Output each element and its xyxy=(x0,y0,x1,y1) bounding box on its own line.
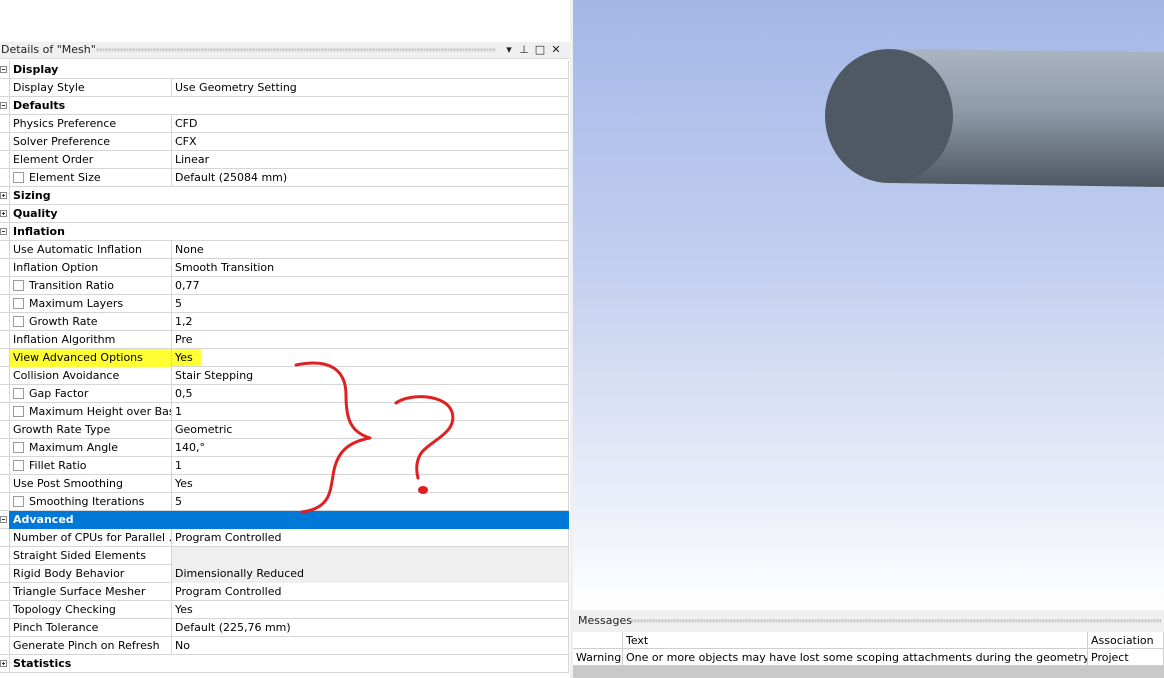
curly-brace-annotation xyxy=(294,361,372,514)
messages-title: Messages xyxy=(578,614,632,627)
message-type[interactable]: Warning xyxy=(573,649,623,666)
question-mark-annotation xyxy=(394,395,455,480)
cylinder-end-face xyxy=(825,49,953,183)
messages-col-association[interactable]: Association xyxy=(1088,632,1164,649)
messages-scrollbar[interactable] xyxy=(573,666,1164,678)
annotation-overlay xyxy=(294,361,455,514)
messages-table: Text Association Warning One or more obj… xyxy=(573,632,1164,668)
message-text[interactable]: One or more objects may have lost some s… xyxy=(623,649,1088,666)
question-mark-dot xyxy=(418,486,428,494)
message-association[interactable]: Project xyxy=(1088,649,1164,666)
viewport-canvas xyxy=(825,49,1164,187)
messages-grip[interactable] xyxy=(631,619,1161,623)
messages-col-type[interactable] xyxy=(573,632,623,649)
graphics-viewport[interactable] xyxy=(573,0,1164,610)
messages-panel: Messages Text Association Warning One or… xyxy=(573,610,1164,678)
cylinder-model[interactable] xyxy=(825,49,1164,187)
messages-col-text[interactable]: Text xyxy=(623,632,1088,649)
